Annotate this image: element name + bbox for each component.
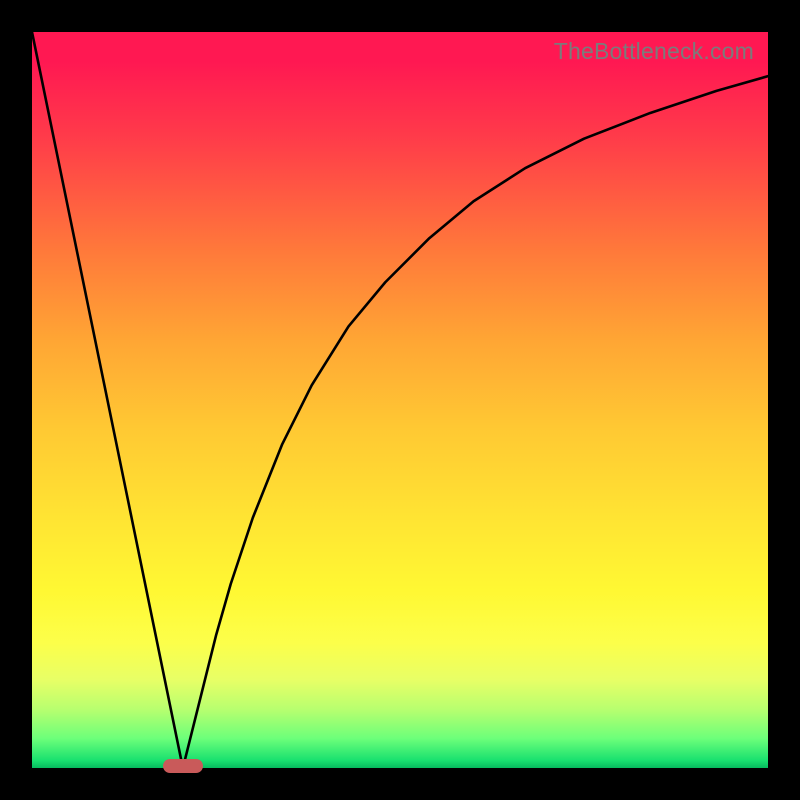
optimal-point-marker (163, 759, 203, 773)
plot-area: TheBottleneck.com (32, 32, 768, 768)
bottleneck-curve (32, 32, 768, 768)
curve-path (32, 32, 768, 768)
chart-frame: TheBottleneck.com (0, 0, 800, 800)
